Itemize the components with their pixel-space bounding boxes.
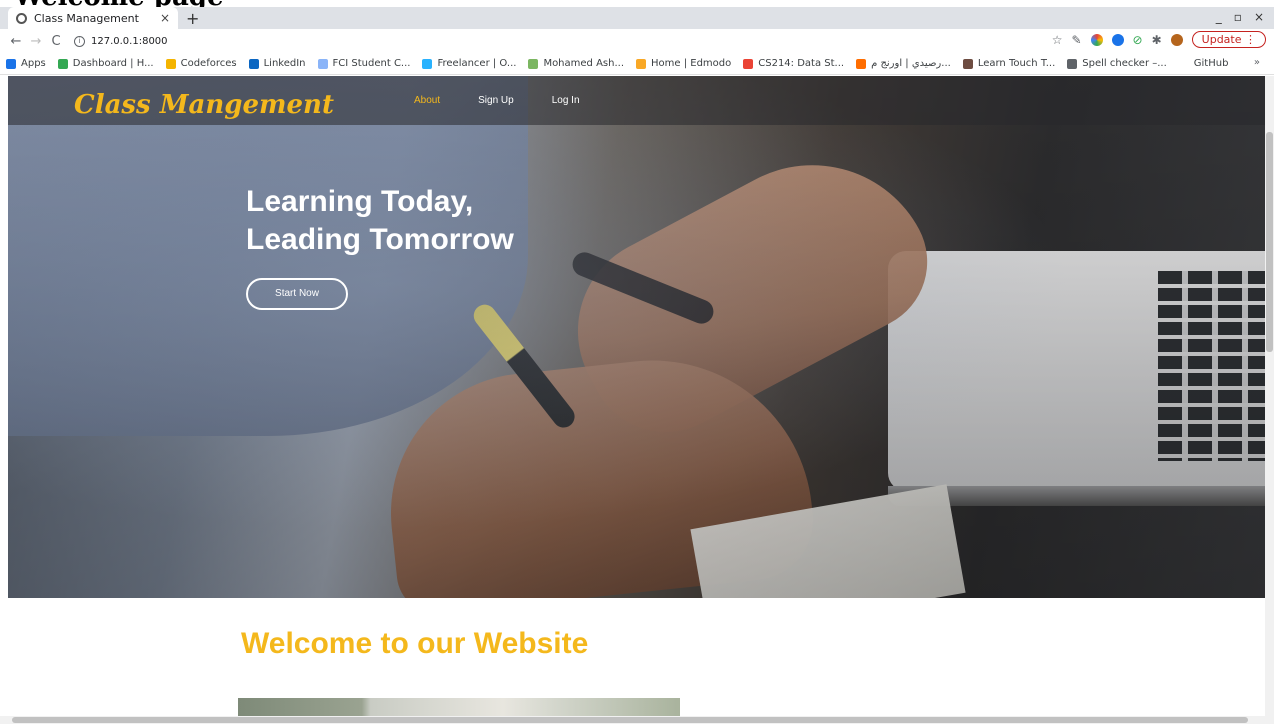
bookmark-label: رصيدي | اورنج م...: [871, 58, 951, 69]
bookmark-label: Freelancer | O...: [437, 58, 517, 69]
bookmark-mohamed[interactable]: Mohamed Ash...: [528, 58, 624, 69]
menu-dots-icon: ⋮: [1245, 33, 1256, 46]
hero-section: Class Mangement About Sign Up Log In Lea…: [8, 76, 1265, 598]
hero-title: Learning Today, Leading Tomorrow: [246, 183, 514, 259]
close-window-button[interactable]: ×: [1254, 10, 1264, 24]
edmodo-icon: [636, 58, 646, 69]
info-icon[interactable]: i: [74, 35, 85, 47]
bookmark-dashboard[interactable]: Dashboard | H...: [57, 58, 154, 69]
nav-login-link[interactable]: Log In: [552, 95, 580, 106]
bookmark-label: LinkedIn: [263, 58, 306, 69]
nav-about-link[interactable]: About: [414, 95, 440, 106]
dashboard-icon: [57, 58, 68, 69]
horizontal-scroll-thumb[interactable]: [12, 717, 1248, 723]
codeforces-icon: [165, 58, 176, 69]
bookmark-label: Learn Touch T...: [977, 58, 1056, 69]
fci-icon: [317, 58, 328, 69]
bookmark-label: Codeforces: [180, 58, 237, 69]
tab-title: Class Management: [34, 11, 139, 25]
bookmark-touch-typing[interactable]: Learn Touch T...: [962, 58, 1056, 69]
toolbar-actions: ☆ ✎ ⊘ ✱ Update ⋮: [1052, 31, 1266, 48]
orange-icon: [856, 58, 867, 69]
browser-toolbar: ← → C i 127.0.0.1:8000 ☆ ✎ ⊘ ✱ Update ⋮: [0, 29, 1274, 53]
bookmark-linkedin[interactable]: LinkedIn: [248, 58, 306, 69]
bookmarks-bar: Apps Dashboard | H... Codeforces LinkedI…: [0, 53, 1274, 75]
bookmark-label: Dashboard | H...: [72, 58, 154, 69]
bookmark-label: Apps: [21, 58, 46, 69]
hero-title-line-1: Learning Today,: [246, 185, 474, 218]
bookmarks-overflow-button[interactable]: »: [1254, 57, 1260, 68]
bookmark-edmodo[interactable]: Home | Edmodo: [636, 58, 731, 69]
back-button[interactable]: ←: [6, 34, 26, 49]
site-navbar: Class Mangement About Sign Up Log In: [8, 76, 1265, 125]
window-controls: _ ▫ ×: [1216, 10, 1264, 24]
apps-grid-icon: [6, 58, 16, 69]
browser-tab-bar: Class Management × + _ ▫ ×: [0, 7, 1274, 29]
bookmark-fci-student[interactable]: FCI Student C...: [317, 58, 411, 69]
linkedin-icon: [248, 58, 259, 69]
update-label: Update: [1201, 33, 1242, 46]
spell-check-icon: [1067, 58, 1078, 69]
bookmark-label: Spell checker –...: [1082, 58, 1167, 69]
reload-button[interactable]: C: [46, 34, 66, 49]
bookmark-github[interactable]: GitHub: [1178, 58, 1229, 69]
people-icon: [528, 58, 539, 69]
star-icon[interactable]: ☆: [1052, 33, 1063, 47]
bookmark-label: CS214: Data St...: [758, 58, 845, 69]
restore-button[interactable]: ▫: [1234, 10, 1242, 24]
minimize-button[interactable]: _: [1216, 10, 1222, 24]
bookmark-codeforces[interactable]: Codeforces: [165, 58, 237, 69]
browser-tab[interactable]: Class Management ×: [8, 7, 178, 29]
bookmark-label: Home | Edmodo: [651, 58, 732, 69]
hero-title-line-2: Leading Tomorrow: [246, 223, 514, 256]
site-logo[interactable]: Class Mangement: [74, 90, 334, 120]
bookmark-cs214[interactable]: CS214: Data St...: [743, 58, 844, 69]
horizontal-scrollbar[interactable]: [0, 716, 1274, 724]
welcome-heading: Welcome to our Website: [241, 627, 589, 660]
page-viewport: Class Mangement About Sign Up Log In Lea…: [8, 76, 1265, 716]
site-nav-links: About Sign Up Log In: [414, 95, 580, 106]
forward-button[interactable]: →: [26, 34, 46, 49]
update-button[interactable]: Update ⋮: [1191, 31, 1266, 48]
bookmark-spell-checker[interactable]: Spell checker –...: [1067, 58, 1167, 69]
bookmark-orange[interactable]: رصيدي | اورنج م...: [856, 58, 951, 69]
address-bar[interactable]: i 127.0.0.1:8000: [74, 35, 168, 47]
start-now-button[interactable]: Start Now: [246, 278, 348, 310]
vertical-scroll-thumb[interactable]: [1266, 132, 1273, 352]
infinity-icon: [743, 58, 754, 69]
bookmark-label: GitHub: [1193, 58, 1229, 69]
bookmark-freelancer[interactable]: Freelancer | O...: [422, 58, 516, 69]
check-icon[interactable]: ⊘: [1133, 33, 1143, 47]
github-icon: [1178, 58, 1189, 69]
pen-icon[interactable]: ✎: [1071, 33, 1081, 47]
close-tab-icon[interactable]: ×: [160, 11, 170, 25]
profile-avatar-icon[interactable]: [1170, 33, 1183, 46]
address-url[interactable]: 127.0.0.1:8000: [91, 36, 168, 47]
color-wheel-icon[interactable]: [1090, 33, 1103, 46]
keyboard-icon: [962, 58, 973, 69]
section-preview-image: [238, 698, 680, 716]
shield-icon[interactable]: [1111, 33, 1124, 46]
freelancer-icon: [422, 58, 433, 69]
hero-overlay: [8, 76, 1265, 598]
puzzle-icon[interactable]: ✱: [1152, 33, 1162, 47]
bookmark-label: FCI Student C...: [332, 58, 411, 69]
bookmark-label: Mohamed Ash...: [543, 58, 624, 69]
globe-icon: [16, 12, 27, 24]
bookmark-apps[interactable]: Apps: [6, 58, 46, 69]
new-tab-button[interactable]: +: [186, 9, 199, 28]
vertical-scrollbar[interactable]: [1265, 76, 1274, 716]
nav-signup-link[interactable]: Sign Up: [478, 95, 514, 106]
